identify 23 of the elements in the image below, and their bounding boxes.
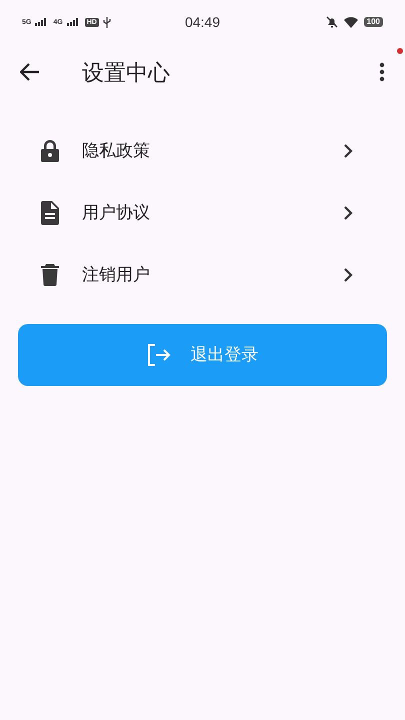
document-icon [41,201,59,225]
logout-icon [146,344,170,366]
signal-icon [66,18,79,26]
lock-icon [40,139,60,163]
wifi-icon [344,16,358,28]
page-title: 设置中心 [82,58,170,86]
settings-item[interactable]: 用户协议 [0,182,405,244]
item-label: 用户协议 [82,202,150,224]
chevron-right-icon [343,268,353,282]
item-label: 注销用户 [82,264,150,286]
item-label: 隐私政策 [82,140,150,162]
mute-bell-icon [326,16,338,28]
signal-icon [35,18,48,26]
battery-indicator: 100 [364,17,383,27]
trash-icon [41,264,59,286]
more-options-icon[interactable] [379,62,385,82]
back-arrow-icon[interactable] [20,63,40,81]
settings-item[interactable]: 注销用户 [0,244,405,306]
chevron-right-icon [343,144,353,158]
settings-item[interactable]: 隐私政策 [0,120,405,182]
usb-icon [102,16,111,28]
chevron-right-icon [343,206,353,220]
status-time: 04:49 [184,12,220,32]
